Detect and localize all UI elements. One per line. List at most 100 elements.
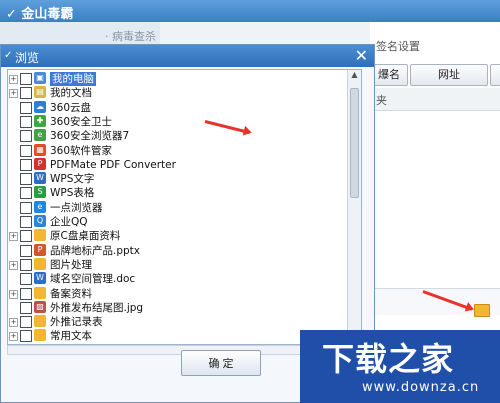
tree-item-checkbox[interactable] (20, 244, 32, 257)
close-icon[interactable]: ✕ (355, 46, 368, 65)
tree-item-label: 外推记录表 (50, 316, 103, 329)
expand-icon[interactable]: + (9, 289, 18, 299)
scroll-up-icon[interactable]: ▲ (348, 70, 361, 83)
folder-icon (34, 229, 46, 242)
browser-icon: e (34, 200, 46, 213)
tree-item-label: 企业QQ (50, 216, 88, 228)
doc-icon: W (34, 272, 46, 285)
tree-item[interactable]: + 常用文本 (8, 329, 348, 344)
expand-icon[interactable]: + (9, 332, 18, 342)
tree-item[interactable]: ☁ 360云盘 (8, 100, 348, 116)
tree-item-label: WPS表格 (50, 187, 95, 200)
tree-item-label: 360安全浏览器7 (50, 130, 130, 143)
watermark-url: www.downza.cn (362, 380, 480, 395)
column-header-label: 夹 (376, 94, 387, 107)
software-manager-icon: ▦ (34, 143, 46, 156)
expand-icon[interactable]: + (9, 89, 18, 99)
tree-item-checkbox[interactable] (20, 73, 32, 85)
tree-item[interactable]: ▨ 外推发布结尾图.jpg (8, 300, 348, 316)
more-button[interactable] (490, 64, 500, 86)
tree-item-label: 常用文本 (50, 330, 92, 343)
dialog-title: 浏览 (15, 51, 40, 65)
watermark: 下载之家 www.downza.cn (300, 330, 500, 403)
tree-item-label: 一点浏览器 (50, 201, 103, 214)
tree-item-label: 域名空间管理.doc (50, 273, 136, 286)
watermark-title: 下载之家 (322, 340, 455, 378)
url-button[interactable]: 网址 (410, 64, 488, 86)
tree-item-checkbox[interactable] (20, 201, 32, 214)
ok-button[interactable]: 确 定 (181, 350, 261, 376)
cloud-icon: ☁ (34, 100, 46, 113)
check-icon: ✓ (4, 50, 13, 61)
list-column-header: 夹 (370, 88, 500, 111)
tree-item-checkbox[interactable] (20, 330, 32, 343)
tree-item-label: 原C盘桌面资料 (50, 230, 121, 243)
tree-item-checkbox[interactable] (20, 273, 32, 286)
tree-item-label: 360安全卫士 (50, 115, 113, 128)
tree-item[interactable]: + 备案资料 (8, 286, 348, 302)
expand-icon[interactable]: + (9, 318, 18, 328)
tree-item[interactable]: W 域名空间管理.doc (8, 272, 348, 287)
folder-icon (34, 315, 46, 328)
tree-item[interactable]: P 品牌地标产品.pptx (8, 243, 348, 259)
tree-item[interactable]: e 一点浏览器 (8, 200, 348, 216)
documents-icon: ▤ (34, 86, 46, 99)
tree-item[interactable]: e 360安全浏览器7 (8, 129, 348, 144)
tree-item[interactable]: ✚ 360安全卫士 (8, 114, 348, 130)
tree-item-label: 外推发布结尾图.jpg (50, 301, 144, 314)
browse-folder-icon[interactable] (474, 304, 490, 317)
vertical-scrollbar[interactable]: ▲ (347, 70, 361, 344)
expand-icon[interactable]: + (9, 75, 18, 84)
tree-item-checkbox[interactable] (20, 115, 32, 128)
tree-item-label: WPS文字 (50, 173, 95, 186)
tree-item-checkbox[interactable] (20, 216, 32, 228)
browser-icon: e (34, 129, 46, 142)
tree-item-checkbox[interactable] (20, 101, 32, 114)
expand-icon[interactable]: + (9, 260, 18, 270)
tree-item-checkbox[interactable] (20, 258, 32, 271)
tree-item-checkbox[interactable] (20, 287, 32, 300)
tree-item-checkbox[interactable] (20, 173, 32, 186)
folder-tree: + ▣ 我的电脑 + ▤ 我的文档 ☁ 360云盘 ✚ 360安全卫士 e 360安全浏览器7 ▦ 360… (7, 69, 362, 345)
tree-item-checkbox[interactable] (20, 230, 32, 243)
tree-item[interactable]: W WPS文字 (8, 172, 348, 187)
tree-item-checkbox[interactable] (20, 130, 32, 143)
shield-icon: ✚ (34, 114, 46, 127)
tree-item[interactable]: + 原C盘桌面资料 (8, 229, 348, 244)
tree-item-checkbox[interactable] (20, 301, 32, 314)
tree-item-label: 我的电脑 (50, 72, 96, 86)
pptx-icon: P (34, 243, 46, 256)
tree-item-label: 360云盘 (50, 101, 92, 114)
tree-item-checkbox[interactable] (20, 87, 32, 100)
tree-item[interactable]: ▦ 360软件管家 (8, 143, 348, 159)
pdf-icon: P (34, 157, 46, 170)
name-button[interactable]: 爆名 (370, 64, 408, 86)
scroll-thumb[interactable] (350, 88, 359, 198)
tree-item-checkbox[interactable] (20, 187, 32, 200)
tree-item-label: PDFMate PDF Converter (50, 158, 176, 171)
wps-writer-icon: W (34, 172, 46, 185)
folder-icon (34, 257, 46, 270)
tree-item-label: 我的文档 (50, 87, 92, 100)
image-icon: ▨ (34, 300, 46, 313)
tree-item-checkbox[interactable] (20, 158, 32, 171)
dialog-titlebar: ✓ 浏览 ✕ (1, 45, 374, 67)
wps-sheet-icon: S (34, 186, 46, 199)
app-logo: ✓ 金山毒霸 (6, 7, 74, 22)
tree-item-label: 备案资料 (50, 287, 92, 300)
tree-item[interactable]: P PDFMate PDF Converter (8, 157, 348, 173)
tree-item-label: 360软件管家 (50, 144, 113, 157)
tree-item[interactable]: + ▤ 我的文档 (8, 86, 348, 101)
expand-icon[interactable]: + (9, 232, 18, 242)
app-titlebar: ✓ 金山毒霸 (0, 0, 500, 22)
tree-item-checkbox[interactable] (20, 316, 32, 329)
tree-item-checkbox[interactable] (20, 144, 32, 157)
tree-item[interactable]: + 图片处理 (8, 257, 348, 273)
panel-title: 签名设置 (376, 40, 420, 53)
tree-item[interactable]: S WPS表格 (8, 186, 348, 201)
qq-icon: Q (34, 215, 46, 227)
tree-item[interactable]: + 外推记录表 (8, 315, 348, 330)
menu-virus-scan[interactable]: · 病毒查杀 (105, 28, 156, 44)
tree-item[interactable]: Q 企业QQ (8, 215, 348, 230)
tree-item[interactable]: + ▣ 我的电脑 (8, 72, 348, 87)
